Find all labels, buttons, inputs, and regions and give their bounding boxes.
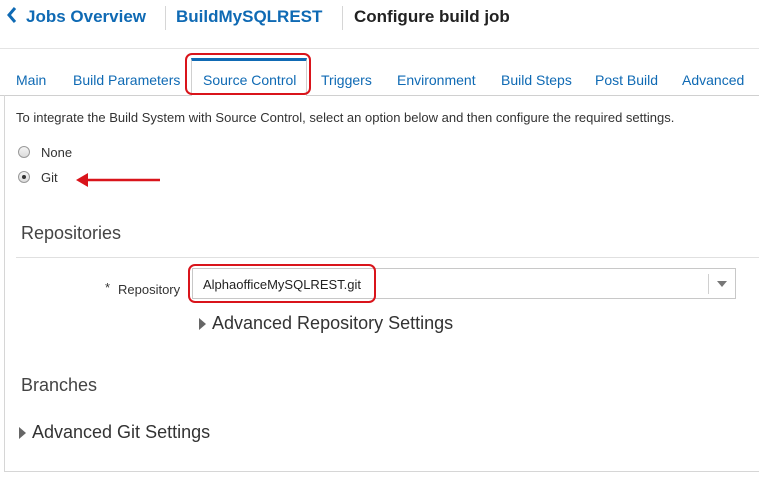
page-title: Configure build job [354, 7, 510, 26]
tab-build-parameters[interactable]: Build Parameters [73, 72, 180, 88]
radio-button[interactable] [18, 146, 30, 158]
annotation-arrow-icon [76, 173, 160, 187]
breadcrumb-build-job[interactable]: BuildMySQLREST [176, 7, 322, 27]
header-divider [0, 48, 759, 49]
advanced-repository-settings-label: Advanced Repository Settings [212, 313, 454, 333]
repository-label: Repository [118, 282, 181, 297]
tab-main[interactable]: Main [16, 72, 46, 88]
radio-label-git: Git [41, 169, 58, 185]
branches-heading: Branches [21, 375, 98, 395]
expand-triangle-icon [19, 426, 26, 439]
tab-bar: Main Build Parameters Source Control Tri… [0, 56, 759, 96]
breadcrumb-divider [342, 6, 343, 30]
radio-none[interactable]: None [18, 144, 72, 160]
select-divider [708, 274, 709, 294]
radio-label-none: None [41, 144, 73, 160]
tab-source-control[interactable]: Source Control [203, 72, 296, 88]
tab-triggers[interactable]: Triggers [321, 72, 372, 88]
advanced-repository-settings-toggle[interactable]: Advanced Repository Settings [199, 313, 453, 334]
chevron-down-icon[interactable] [717, 281, 727, 288]
chevron-left-icon[interactable] [6, 6, 18, 24]
radio-git[interactable]: Git [18, 169, 58, 185]
expand-triangle-icon [199, 317, 206, 330]
repository-select-value: AlphaofficeMySQLREST.git [203, 277, 361, 292]
breadcrumb-jobs-overview[interactable]: Jobs Overview [26, 7, 146, 27]
repository-select[interactable]: AlphaofficeMySQLREST.git [192, 268, 736, 299]
breadcrumb-divider [165, 6, 166, 30]
advanced-git-settings-toggle[interactable]: Advanced Git Settings [19, 422, 210, 443]
tab-environment[interactable]: Environment [397, 72, 476, 88]
radio-button-selected[interactable] [18, 171, 30, 183]
tab-post-build[interactable]: Post Build [595, 72, 658, 88]
required-marker: * [105, 280, 111, 295]
repositories-heading: Repositories [21, 223, 122, 243]
tab-advanced[interactable]: Advanced [682, 72, 744, 88]
advanced-git-settings-label: Advanced Git Settings [32, 422, 211, 442]
source-control-intro: To integrate the Build System with Sourc… [16, 110, 675, 125]
section-divider [16, 257, 759, 258]
tab-build-steps[interactable]: Build Steps [501, 72, 572, 88]
page-header: Jobs Overview BuildMySQLREST Configure b… [0, 0, 759, 36]
